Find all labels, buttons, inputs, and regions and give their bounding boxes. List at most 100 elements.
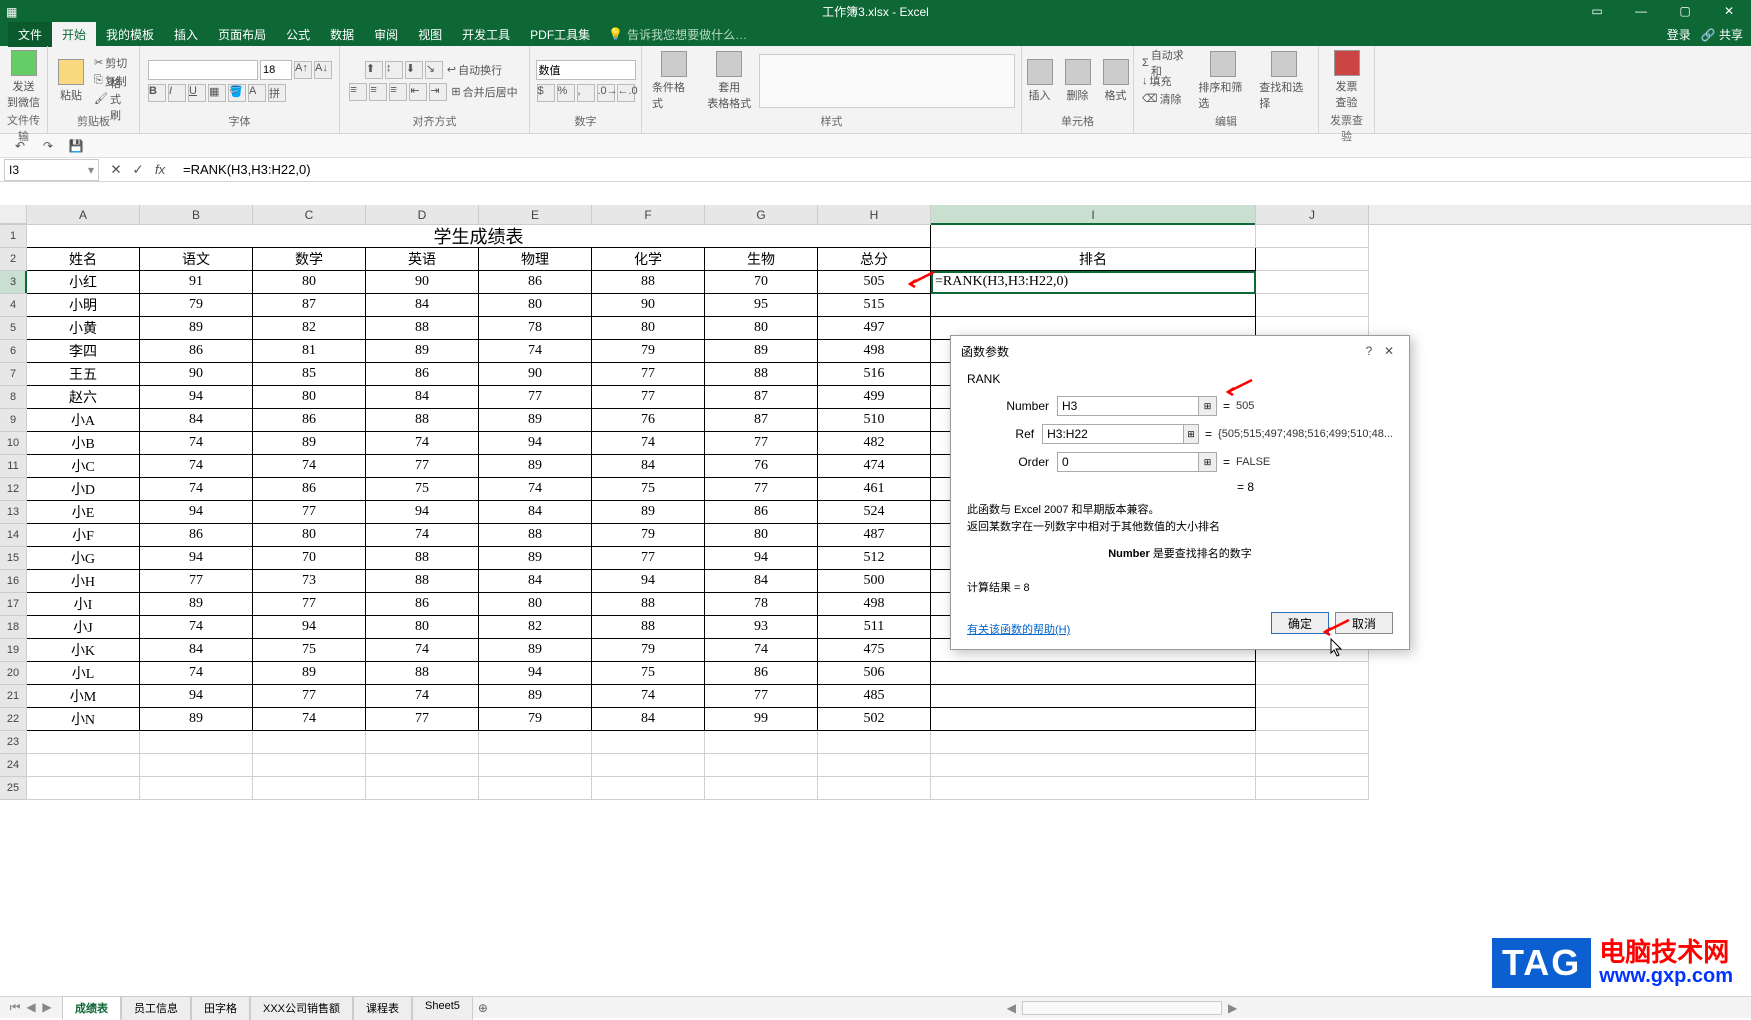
data-cell[interactable]: 89: [140, 593, 253, 616]
data-cell[interactable]: 86: [140, 524, 253, 547]
data-cell[interactable]: 77: [592, 547, 705, 570]
data-cell[interactable]: 502: [818, 708, 931, 731]
data-cell[interactable]: 88: [592, 616, 705, 639]
data-cell[interactable]: 84: [592, 708, 705, 731]
tab-pdf[interactable]: PDF工具集: [520, 22, 600, 47]
data-cell[interactable]: 小明: [27, 294, 140, 317]
confirm-formula-button[interactable]: ✓: [127, 159, 149, 181]
data-cell[interactable]: 89: [479, 639, 592, 662]
data-cell[interactable]: 91: [140, 271, 253, 294]
data-cell[interactable]: 74: [366, 524, 479, 547]
data-cell[interactable]: 88: [366, 547, 479, 570]
col-header-B[interactable]: B: [140, 205, 253, 224]
data-cell[interactable]: 小D: [27, 478, 140, 501]
data-cell[interactable]: 77: [705, 685, 818, 708]
data-cell[interactable]: 74: [592, 685, 705, 708]
data-cell[interactable]: 78: [705, 593, 818, 616]
tell-me[interactable]: 💡 告诉我您想要做什么…: [608, 26, 747, 43]
data-cell[interactable]: 90: [592, 294, 705, 317]
cell[interactable]: [818, 754, 931, 777]
data-cell[interactable]: 74: [140, 616, 253, 639]
fill-color-button[interactable]: 🪣: [228, 84, 246, 102]
data-cell[interactable]: 小M: [27, 685, 140, 708]
increase-font-button[interactable]: A↑: [294, 61, 312, 79]
orientation-button[interactable]: ↘: [425, 61, 443, 79]
phonetic-button[interactable]: 拼: [268, 84, 286, 102]
cell[interactable]: [140, 731, 253, 754]
sheet-nav-prev[interactable]: ◀: [24, 1000, 38, 1015]
arg-input-ref[interactable]: [1042, 424, 1184, 444]
data-cell[interactable]: 74: [479, 340, 592, 363]
align-left-button[interactable]: ≡: [349, 83, 367, 101]
add-sheet-button[interactable]: ⊕: [473, 1001, 493, 1015]
tab-review[interactable]: 审阅: [364, 22, 408, 47]
data-cell[interactable]: 94: [253, 616, 366, 639]
column-header[interactable]: 总分: [818, 248, 931, 271]
bold-button[interactable]: B: [148, 84, 166, 102]
data-cell[interactable]: 515: [818, 294, 931, 317]
tab-data[interactable]: 数据: [320, 22, 364, 47]
row-header[interactable]: 15: [0, 547, 27, 570]
data-cell[interactable]: 80: [479, 294, 592, 317]
cell[interactable]: [931, 731, 1256, 754]
data-cell[interactable]: 70: [253, 547, 366, 570]
cell[interactable]: [366, 777, 479, 800]
data-cell[interactable]: 475: [818, 639, 931, 662]
cell[interactable]: [1256, 294, 1369, 317]
arg-input-number[interactable]: [1057, 396, 1199, 416]
cell[interactable]: [140, 777, 253, 800]
data-cell[interactable]: 88: [366, 662, 479, 685]
data-cell[interactable]: 小L: [27, 662, 140, 685]
data-cell[interactable]: [931, 294, 1256, 317]
data-cell[interactable]: 77: [705, 432, 818, 455]
data-cell[interactable]: 84: [140, 639, 253, 662]
table-format-button[interactable]: 套用 表格格式: [703, 49, 755, 113]
data-cell[interactable]: 87: [705, 386, 818, 409]
row-header[interactable]: 8: [0, 386, 27, 409]
data-cell[interactable]: 482: [818, 432, 931, 455]
sheet-nav-next[interactable]: ▶: [40, 1000, 54, 1015]
data-cell[interactable]: 86: [253, 478, 366, 501]
data-cell[interactable]: 94: [366, 501, 479, 524]
data-cell[interactable]: 74: [140, 432, 253, 455]
data-cell[interactable]: 461: [818, 478, 931, 501]
data-cell[interactable]: 75: [592, 478, 705, 501]
close-button[interactable]: ✕: [1707, 0, 1751, 22]
data-cell[interactable]: 474: [818, 455, 931, 478]
data-cell[interactable]: 77: [253, 593, 366, 616]
data-cell[interactable]: 79: [592, 340, 705, 363]
cell[interactable]: [27, 777, 140, 800]
row-header[interactable]: 18: [0, 616, 27, 639]
data-cell[interactable]: 498: [818, 340, 931, 363]
data-cell[interactable]: 77: [366, 708, 479, 731]
data-cell[interactable]: 80: [253, 271, 366, 294]
data-cell[interactable]: 94: [140, 501, 253, 524]
data-cell[interactable]: 小G: [27, 547, 140, 570]
data-cell[interactable]: 86: [705, 662, 818, 685]
comma-button[interactable]: ,: [577, 84, 595, 102]
data-cell[interactable]: 86: [705, 501, 818, 524]
send-wechat-button[interactable]: 发送 到微信: [3, 48, 44, 112]
cell[interactable]: [366, 754, 479, 777]
file-tab[interactable]: 文件: [8, 22, 52, 47]
row-header[interactable]: 19: [0, 639, 27, 662]
row-header[interactable]: 13: [0, 501, 27, 524]
undo-button[interactable]: ↶: [10, 136, 30, 156]
data-cell[interactable]: 86: [253, 409, 366, 432]
data-cell[interactable]: 94: [140, 547, 253, 570]
data-cell[interactable]: 77: [592, 386, 705, 409]
decrease-font-button[interactable]: A↓: [314, 61, 332, 79]
data-cell[interactable]: 500: [818, 570, 931, 593]
data-cell[interactable]: 74: [140, 455, 253, 478]
data-cell[interactable]: 79: [592, 639, 705, 662]
data-cell[interactable]: 74: [366, 639, 479, 662]
data-cell[interactable]: [931, 708, 1256, 731]
italic-button[interactable]: I: [168, 84, 186, 102]
column-header[interactable]: 生物: [705, 248, 818, 271]
row-header[interactable]: 9: [0, 409, 27, 432]
format-painter-button[interactable]: 🖌 格式刷: [92, 91, 133, 107]
col-header-F[interactable]: F: [592, 205, 705, 224]
data-cell[interactable]: 小K: [27, 639, 140, 662]
data-cell[interactable]: 516: [818, 363, 931, 386]
data-cell[interactable]: 88: [592, 271, 705, 294]
